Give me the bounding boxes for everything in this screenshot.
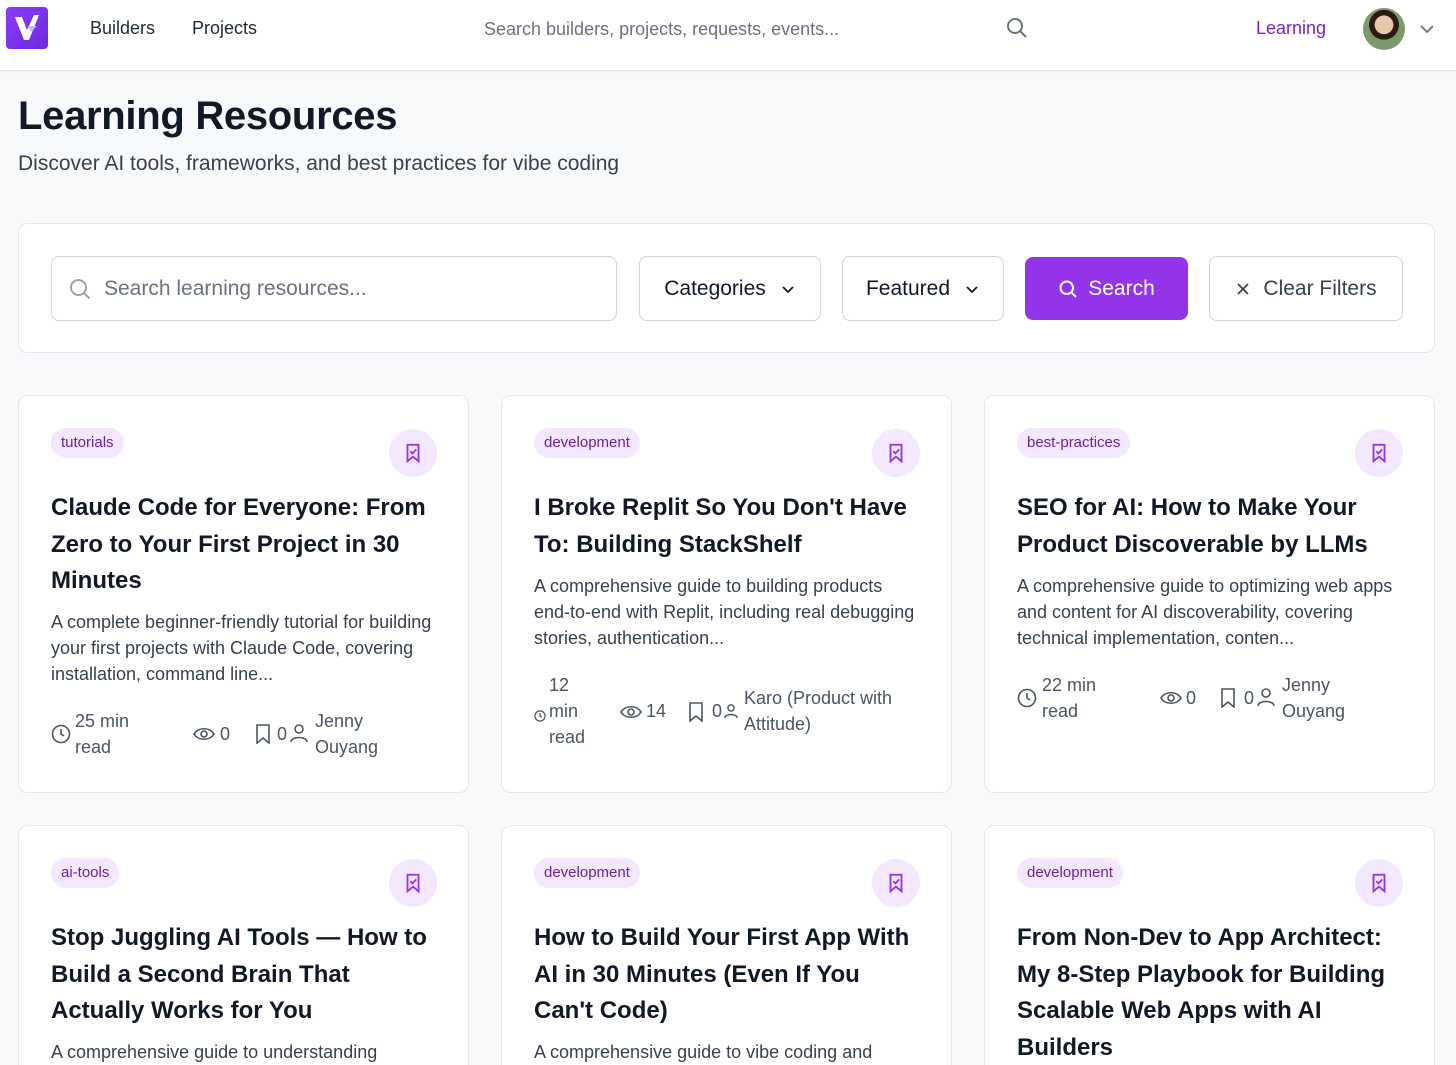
read-time: 25 min read <box>75 711 130 757</box>
card-title[interactable]: Stop Juggling AI Tools — How to Build a … <box>51 920 441 1030</box>
chevron-down-icon <box>782 285 794 293</box>
resource-card[interactable]: development How to Build Your First App … <box>501 825 952 1065</box>
view-count: 0 <box>220 724 231 744</box>
author-name[interactable]: Jenny Ouyang <box>1282 672 1362 724</box>
bookmark-button[interactable] <box>872 429 920 477</box>
card-description: A comprehensive guide to vibe coding and <box>534 1042 873 1062</box>
view-count: 0 <box>1186 688 1197 708</box>
logo-icon <box>15 15 39 40</box>
user-avatar[interactable] <box>1363 8 1405 50</box>
nav-learning-link[interactable]: Learning <box>1256 18 1326 39</box>
close-icon <box>1237 282 1250 295</box>
category-tag[interactable]: tutorials <box>51 428 124 458</box>
card-meta: 22 min read 0 0 Jenny Ouyang <box>1017 672 1407 728</box>
card-description: A comprehensive guide to understanding <box>51 1042 378 1062</box>
bookmark-check-icon <box>889 873 903 894</box>
resource-search-box <box>51 256 617 321</box>
bookmark-button[interactable] <box>1355 429 1403 477</box>
author-name[interactable]: Jenny Ouyang <box>315 708 395 760</box>
bookmark-icon <box>255 724 271 749</box>
bookmark-check-icon <box>406 873 420 894</box>
resource-card[interactable]: tutorials Claude Code for Everyone: From… <box>18 395 469 793</box>
page-subtitle: Discover AI tools, frameworks, and best … <box>18 152 620 175</box>
card-description: A comprehensive guide to building produc… <box>534 576 915 648</box>
bookmark-button[interactable] <box>872 859 920 907</box>
clear-filters-label: Clear Filters <box>1263 276 1377 300</box>
page-title: Learning Resources <box>18 94 398 138</box>
view-count: 14 <box>646 701 667 721</box>
card-description: A comprehensive guide to optimizing web … <box>1017 576 1393 648</box>
card-title[interactable]: SEO for AI: How to Make Your Product Dis… <box>1017 490 1407 563</box>
eye-icon <box>620 703 642 726</box>
read-time: 12 min read <box>549 675 586 747</box>
bookmark-count: 0 <box>277 724 288 744</box>
card-meta: 12 min read 14 0 Karo (Product with Atti… <box>534 672 924 752</box>
user-icon <box>1257 687 1275 712</box>
bookmark-button[interactable] <box>389 859 437 907</box>
bookmark-icon <box>1220 688 1236 713</box>
author-name[interactable]: Karo (Product with Attitude) <box>744 685 919 737</box>
resource-card[interactable]: development From Non-Dev to App Architec… <box>984 825 1435 1065</box>
user-icon <box>290 723 308 748</box>
chevron-down-icon[interactable] <box>1418 20 1436 43</box>
eye-icon <box>1160 689 1182 712</box>
search-icon[interactable] <box>1005 16 1029 45</box>
top-nav-bar: Builders Projects Learning <box>0 0 1456 71</box>
bookmark-check-icon <box>1372 873 1386 894</box>
resource-card[interactable]: ai-tools Stop Juggling AI Tools — How to… <box>18 825 469 1065</box>
clock-icon <box>1017 688 1037 713</box>
bookmark-check-icon <box>1372 443 1386 464</box>
category-tag[interactable]: development <box>1017 858 1123 888</box>
eye-icon <box>193 725 215 748</box>
card-title[interactable]: Claude Code for Everyone: From Zero to Y… <box>51 490 441 600</box>
read-time: 22 min read <box>1042 675 1097 721</box>
featured-dropdown[interactable]: Featured <box>842 256 1004 321</box>
bookmark-icon <box>688 702 704 727</box>
category-tag[interactable]: development <box>534 428 640 458</box>
nav-projects-link[interactable]: Projects <box>192 18 257 39</box>
search-button-label: Search <box>1088 276 1155 300</box>
card-title[interactable]: How to Build Your First App With AI in 3… <box>534 920 924 1030</box>
bookmark-count: 0 <box>712 701 723 721</box>
search-icon <box>1059 280 1077 298</box>
bookmark-check-icon <box>889 443 903 464</box>
category-tag[interactable]: best-practices <box>1017 428 1131 458</box>
chevron-down-icon <box>966 285 978 293</box>
categories-dropdown-label: Categories <box>664 276 766 300</box>
nav-builders-link[interactable]: Builders <box>90 18 155 39</box>
resource-card[interactable]: best-practices SEO for AI: How to Make Y… <box>984 395 1435 793</box>
categories-dropdown[interactable]: Categories <box>639 256 821 321</box>
bookmark-button[interactable] <box>389 429 437 477</box>
clock-icon <box>534 706 546 727</box>
category-tag[interactable]: development <box>534 858 640 888</box>
card-meta: 25 min read 0 0 Jenny Ouyang <box>51 708 441 764</box>
bookmark-check-icon <box>406 443 420 464</box>
resource-card[interactable]: development I Broke Replit So You Don't … <box>501 395 952 793</box>
search-icon <box>68 277 92 306</box>
app-logo[interactable] <box>6 7 48 49</box>
card-title[interactable]: From Non-Dev to App Architect: My 8-Step… <box>1017 920 1407 1065</box>
clock-icon <box>51 724 71 749</box>
category-tag[interactable]: ai-tools <box>51 858 120 888</box>
filter-panel: Categories Featured Search Clear Filters <box>18 223 1435 353</box>
global-search-input[interactable] <box>470 12 1050 46</box>
clear-filters-button[interactable]: Clear Filters <box>1209 256 1403 321</box>
user-icon <box>724 703 738 724</box>
bookmark-count: 0 <box>1244 688 1255 708</box>
search-button[interactable]: Search <box>1025 257 1188 320</box>
bookmark-button[interactable] <box>1355 859 1403 907</box>
card-title[interactable]: I Broke Replit So You Don't Have To: Bui… <box>534 490 924 563</box>
card-description: A complete beginner-friendly tutorial fo… <box>51 612 432 684</box>
featured-dropdown-label: Featured <box>865 276 951 300</box>
resource-search-input[interactable] <box>104 257 604 320</box>
